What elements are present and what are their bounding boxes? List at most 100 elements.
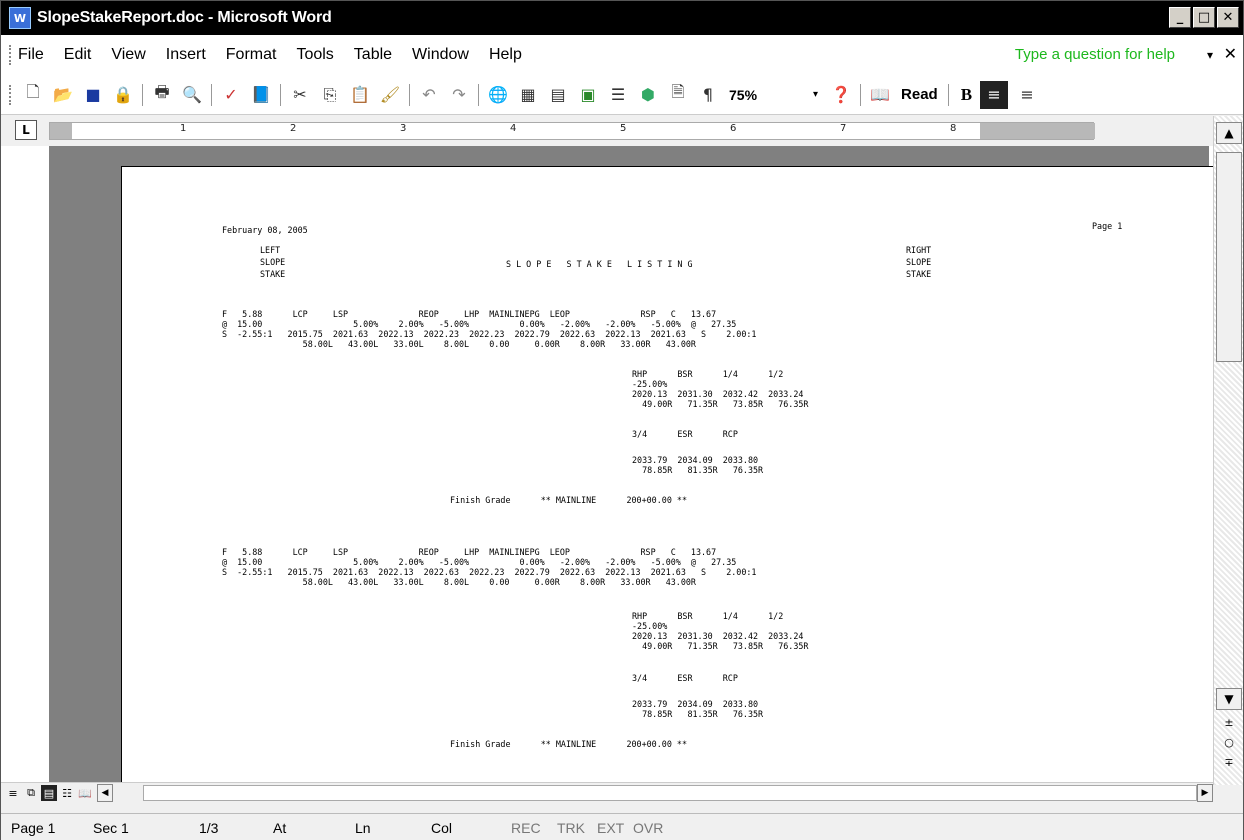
document-page[interactable]: February 08, 2005 Page 1 LEFT SLOPE STAK… — [121, 166, 1237, 782]
title-bar: W SlopeStakeReport.doc - Microsoft Word … — [1, 1, 1243, 35]
align-center-icon[interactable]: ≡ — [1015, 83, 1039, 107]
stake-row: F 5.88 LCP LSP REOP LHP MAINLINEPG LEOP … — [222, 309, 717, 319]
permission-icon[interactable]: 🔒 — [111, 83, 135, 107]
next-page-icon[interactable]: ∓ — [1216, 752, 1242, 772]
normal-view-icon[interactable]: ≡ — [5, 785, 21, 801]
outline-view-icon[interactable]: ☷ — [59, 785, 75, 801]
help-question-box[interactable]: Type a question for help — [1015, 46, 1175, 63]
scroll-down-icon[interactable]: ▼ — [1216, 688, 1242, 710]
bold-button[interactable]: B — [961, 85, 972, 105]
word-icon[interactable]: W — [9, 7, 31, 29]
undo-icon[interactable]: ↶ — [417, 83, 441, 107]
finish-grade-line: Finish Grade ** MAINLINE 200+00.00 ** — [450, 739, 687, 749]
minimize-button[interactable]: _ — [1169, 7, 1191, 28]
ruler-number: 5 — [620, 123, 627, 134]
zoom-box[interactable]: 75% — [729, 87, 809, 103]
help-icon[interactable]: ❓ — [829, 83, 853, 107]
read-book-icon: 📖 — [870, 85, 890, 104]
scroll-up-icon[interactable]: ▲ — [1216, 122, 1242, 144]
copy-icon[interactable]: ⎘ — [318, 83, 342, 107]
status-bar: Page 1 Sec 1 1/3 At Ln Col REC TRK EXT O… — [1, 813, 1243, 840]
sub-row: 2020.13 2031.30 2032.42 2033.24 — [632, 631, 804, 641]
ruler-number: 1 — [180, 123, 187, 134]
sub-row: 78.85R 81.35R 76.35R — [632, 465, 764, 475]
save-icon[interactable]: ■ — [81, 83, 105, 107]
menu-tools[interactable]: Tools — [296, 46, 333, 64]
status-column: Col — [431, 820, 453, 836]
open-folder-icon[interactable]: 📂 — [51, 83, 75, 107]
horizontal-scrollbar[interactable] — [143, 785, 1197, 801]
menu-insert[interactable]: Insert — [166, 46, 206, 64]
scroll-right-icon[interactable]: ▶ — [1197, 784, 1213, 802]
close-button[interactable]: ✕ — [1217, 7, 1239, 28]
maximize-button[interactable]: □ — [1193, 7, 1215, 28]
word-window: W SlopeStakeReport.doc - Microsoft Word … — [0, 0, 1244, 840]
show-hide-pilcrow-icon[interactable]: ¶ — [696, 83, 720, 107]
status-ext[interactable]: EXT — [597, 820, 624, 836]
help-dropdown-arrow[interactable]: ▾ — [1207, 48, 1213, 62]
insert-table-icon[interactable]: ▤ — [546, 83, 570, 107]
sub-row: RHP BSR 1/4 1/2 — [632, 611, 784, 621]
stake-row: 58.00L 43.00L 33.00L 8.00L 0.00 0.00R 8.… — [222, 339, 696, 349]
insert-excel-icon[interactable]: ▣ — [576, 83, 600, 107]
ruler-number: 4 — [510, 123, 517, 134]
menu-format[interactable]: Format — [226, 46, 277, 64]
hyperlink-icon[interactable]: 🌐 — [486, 83, 510, 107]
menu-window[interactable]: Window — [412, 46, 469, 64]
drawing-icon[interactable]: ⬢ — [636, 83, 660, 107]
vertical-scrollbar[interactable]: ▲ ▼ ± ○ ∓ — [1213, 116, 1243, 785]
ruler-number: 7 — [840, 123, 847, 134]
document-map-icon[interactable]: 🗎 — [666, 82, 690, 107]
menu-grip-handle[interactable] — [9, 44, 12, 65]
menu-edit[interactable]: Edit — [64, 46, 92, 64]
toolbar-grip-handle[interactable] — [9, 84, 12, 105]
sub-row: -25.00% — [632, 621, 668, 631]
paste-icon[interactable]: 📋 — [348, 83, 372, 107]
menu-help[interactable]: Help — [489, 46, 522, 64]
previous-page-icon[interactable]: ± — [1216, 712, 1242, 732]
stake-row: @ 15.00 5.00% 2.00% -5.00% 0.00% -2.00% … — [222, 557, 737, 567]
select-browse-object-icon[interactable]: ○ — [1216, 732, 1242, 752]
scroll-left-icon[interactable]: ◀ — [97, 784, 113, 802]
finish-grade-line: Finish Grade ** MAINLINE 200+00.00 ** — [450, 495, 687, 505]
status-rec[interactable]: REC — [511, 820, 541, 836]
tab-selector-icon[interactable]: L — [15, 120, 37, 140]
horizontal-scroll-row: ≡ ⧉ ▤ ☷ 📖 ◀ ▶ — [1, 782, 1213, 802]
horizontal-ruler[interactable]: 1 2 3 4 5 6 7 8 — [49, 122, 1095, 140]
print-preview-icon[interactable]: 🔍 — [180, 83, 204, 107]
web-layout-icon[interactable]: ⧉ — [23, 785, 39, 801]
cut-icon[interactable]: ✂ — [288, 83, 312, 107]
print-layout-icon[interactable]: ▤ — [41, 785, 57, 801]
menu-file[interactable]: File — [18, 46, 44, 64]
ruler-number: 6 — [730, 123, 737, 134]
left-header-line: STAKE — [260, 269, 286, 279]
new-document-icon[interactable]: 🗋 — [21, 82, 45, 107]
page-number-label: Page 1 — [1092, 221, 1123, 231]
format-painter-icon[interactable]: 🖌 — [378, 83, 402, 107]
ruler-row: L 1 2 3 4 5 6 7 8 — [1, 116, 1243, 146]
tables-borders-icon[interactable]: ▦ — [516, 83, 540, 107]
sub-row: 49.00R 71.35R 73.85R 76.35R — [632, 399, 809, 409]
sub-row: RHP BSR 1/4 1/2 — [632, 369, 784, 379]
scroll-thumb[interactable] — [1216, 152, 1242, 362]
print-icon[interactable]: 🖶 — [150, 82, 174, 107]
menu-table[interactable]: Table — [354, 46, 392, 64]
document-area[interactable]: February 08, 2005 Page 1 LEFT SLOPE STAK… — [1, 146, 1237, 782]
document-close-icon[interactable]: ✕ — [1224, 44, 1237, 63]
reading-layout-icon[interactable]: 📖 — [77, 785, 93, 801]
zoom-dropdown-arrow[interactable]: ▾ — [813, 89, 818, 100]
columns-icon[interactable]: ☰ — [606, 83, 630, 107]
align-left-icon[interactable]: ≡ — [980, 80, 1009, 109]
sub-row: 2020.13 2031.30 2032.42 2033.24 — [632, 389, 804, 399]
status-line: Ln — [355, 820, 371, 836]
report-date: February 08, 2005 — [222, 225, 308, 235]
window-title: SlopeStakeReport.doc - Microsoft Word — [37, 9, 332, 26]
menu-view[interactable]: View — [111, 46, 145, 64]
read-button[interactable]: Read — [901, 86, 938, 103]
listing-title: S L O P E S T A K E L I S T I N G — [506, 259, 693, 269]
spelling-icon[interactable]: ✓ — [219, 83, 243, 107]
status-ovr[interactable]: OVR — [633, 820, 663, 836]
redo-icon[interactable]: ↷ — [447, 83, 471, 107]
status-trk[interactable]: TRK — [557, 820, 585, 836]
research-icon[interactable]: 📘 — [249, 83, 273, 107]
